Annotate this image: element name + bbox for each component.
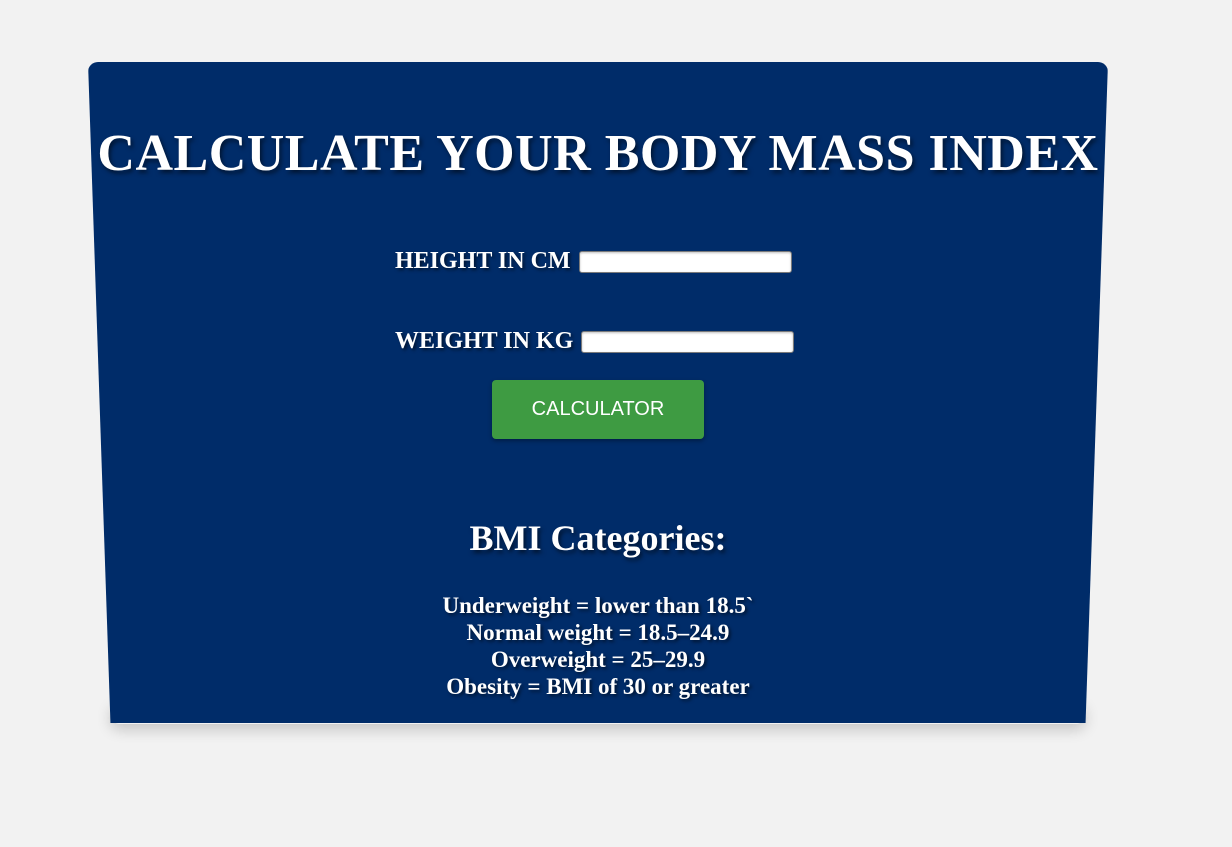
weight-label: WEIGHT IN KG	[395, 328, 574, 354]
bmi-card: CALCULATE YOUR BODY MASS INDEX HEIGHT IN…	[88, 62, 1108, 723]
categories-title: BMI Categories:	[469, 518, 727, 558]
categories-list: Underweight = lower than 18.5` Normal we…	[88, 592, 1108, 700]
height-row: HEIGHT IN CM	[395, 248, 792, 275]
category-obesity: Obesity = BMI of 30 or greater	[446, 674, 750, 699]
category-normal-weight: Normal weight = 18.5–24.9	[466, 620, 730, 645]
calculate-button[interactable]: CALCULATOR	[492, 380, 704, 439]
height-label: HEIGHT IN CM	[395, 248, 571, 274]
height-input[interactable]	[578, 250, 792, 273]
page-title: CALCULATE YOUR BODY MASS INDEX	[97, 125, 1099, 182]
weight-input[interactable]	[581, 330, 795, 353]
category-overweight: Overweight = 25–29.9	[490, 647, 706, 672]
category-underweight: Underweight = lower than 18.5`	[442, 593, 754, 618]
weight-row: WEIGHT IN KG	[395, 328, 795, 355]
